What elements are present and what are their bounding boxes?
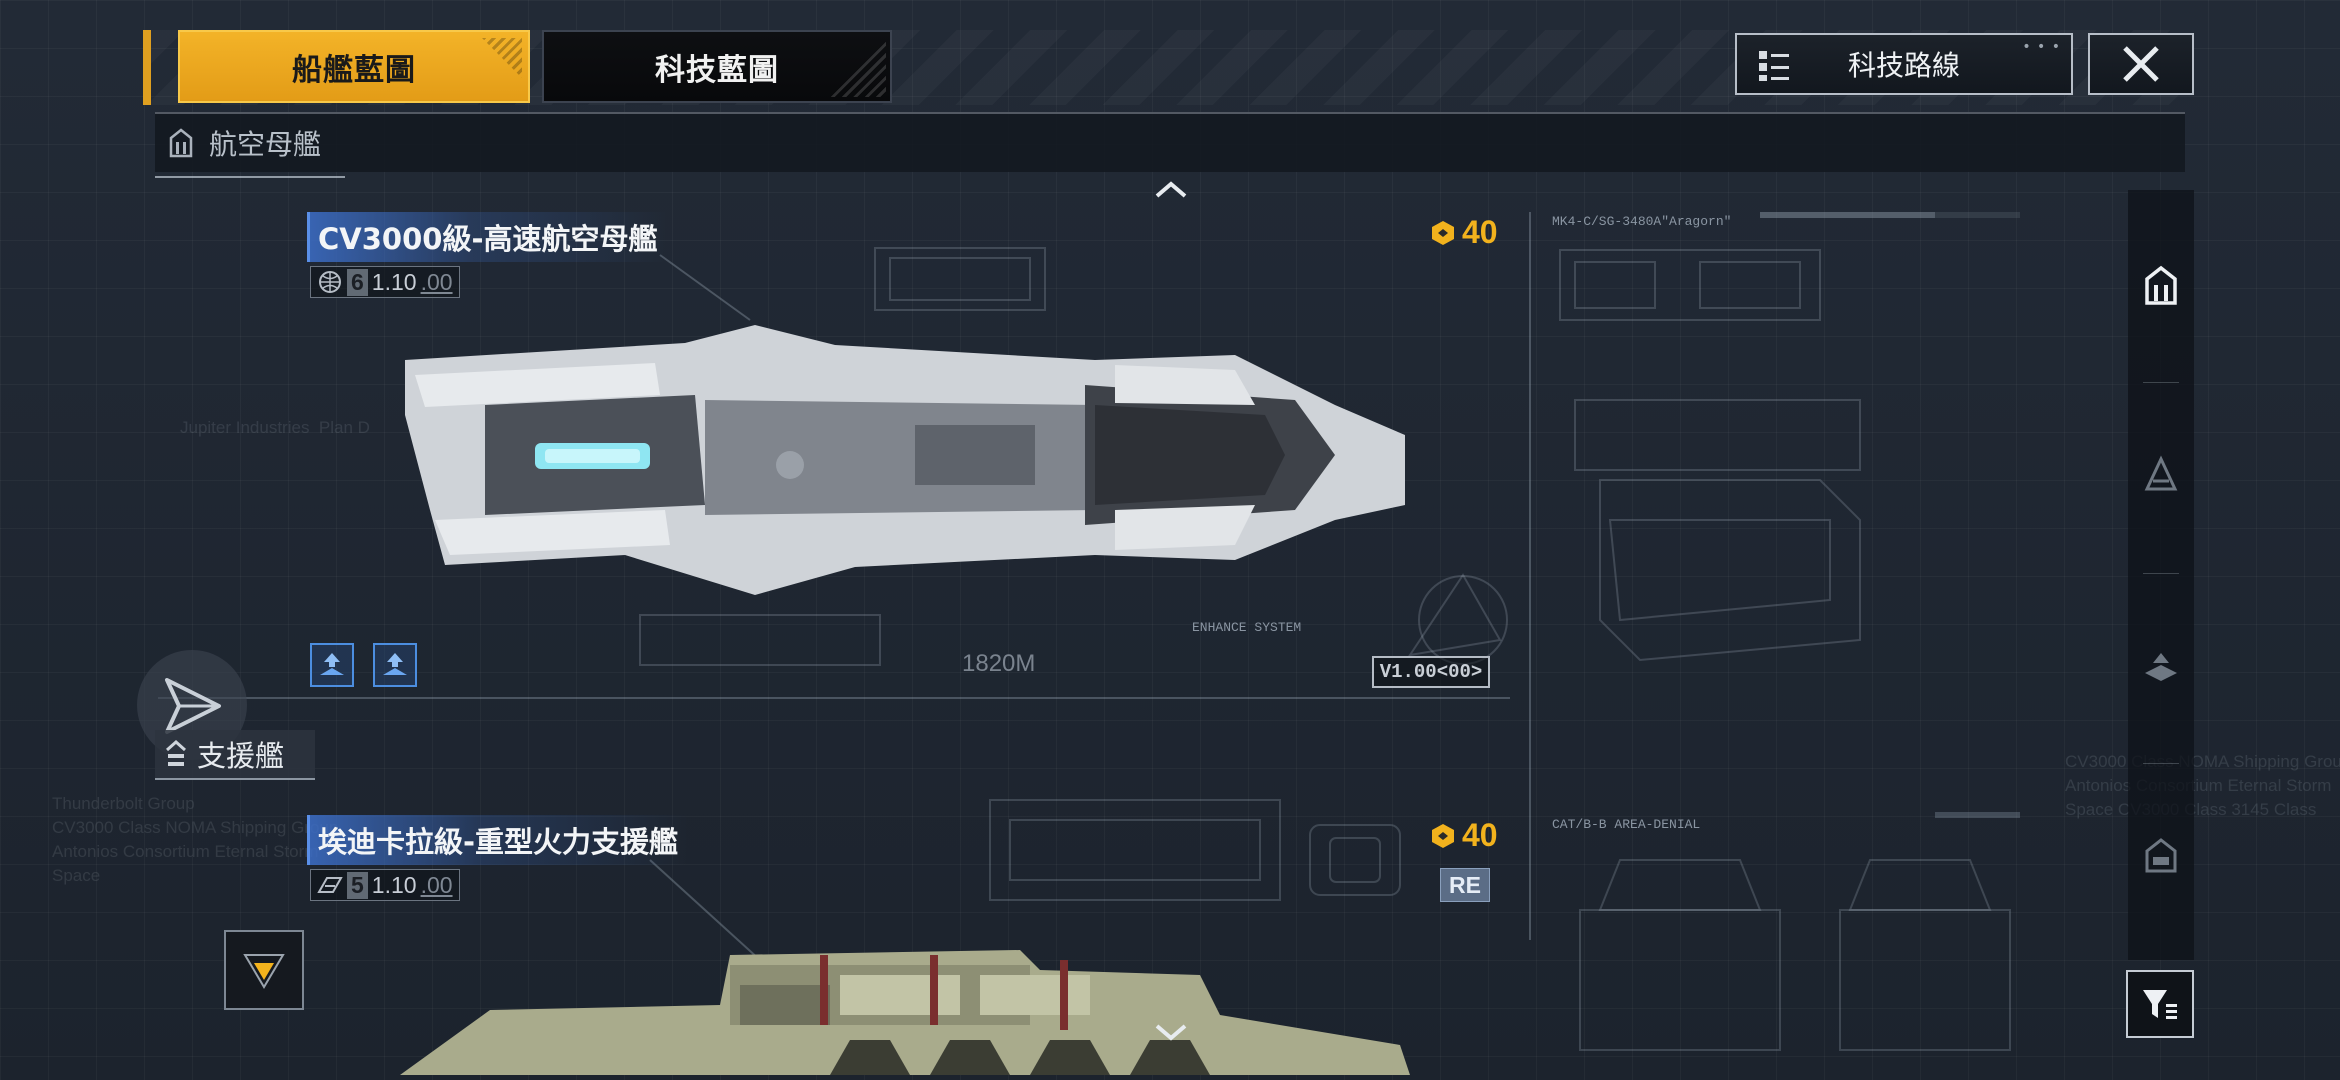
category-title: 航空母艦	[209, 128, 322, 161]
blueprint-code: MK4-C/SG-3480A"Aragorn"	[1552, 214, 1732, 229]
rail-divider	[2143, 382, 2179, 383]
ship-title: CV3000級-高速航空母艦	[307, 212, 668, 262]
blueprint-version-tag: V1.00<00>	[1372, 656, 1490, 688]
carrier-icon[interactable]	[2141, 265, 2181, 305]
skill-slot-1[interactable]	[310, 643, 354, 687]
scroll-down-icon[interactable]	[1153, 1022, 1189, 1044]
ship-tier: 5	[347, 871, 368, 899]
support-ship-image[interactable]	[400, 945, 1410, 1075]
frigate-icon[interactable]	[2141, 835, 2181, 875]
ship-version: 1.10	[371, 871, 417, 898]
filter-icon	[2143, 990, 2177, 1019]
system-label: ENHANCE SYSTEM	[1192, 620, 1302, 635]
carrier-ship-image[interactable]	[395, 305, 1415, 605]
ship-cost: 40	[1430, 817, 1498, 854]
upgrade-icon	[320, 653, 344, 675]
cruiser-icon[interactable]	[2141, 455, 2181, 495]
tech-route-button[interactable]: • • • 科技路線	[1735, 33, 2073, 95]
close-button[interactable]	[2088, 33, 2194, 95]
upgrade-icon	[383, 653, 407, 675]
support-label: 支援艦	[197, 739, 285, 773]
ship-cost: 40	[1430, 214, 1498, 251]
launch-arrow-icon	[165, 678, 221, 734]
close-icon	[2123, 46, 2159, 82]
ship-type-rail	[2128, 190, 2194, 960]
ship-cost-value: 40	[1462, 817, 1498, 853]
ship-version-badge: 6 1.10 .00	[310, 266, 460, 298]
support-ship-icon[interactable]	[2141, 645, 2181, 685]
tab-accent-edge	[143, 30, 151, 105]
faction-icon	[317, 877, 343, 893]
ship-version-sub: .00	[420, 268, 453, 295]
filter-button[interactable]	[2126, 970, 2194, 1038]
tab-ship-blueprint[interactable]: 船艦藍圖	[178, 30, 530, 103]
ship-cost-value: 40	[1462, 214, 1498, 250]
carrier-icon	[169, 128, 193, 158]
blueprint-code: CAT/B-B AREA-DENIAL	[1552, 817, 1701, 832]
rail-divider	[2143, 573, 2179, 574]
ship-version-sub: .00	[420, 871, 453, 898]
support-ship-icon	[166, 740, 186, 766]
list-tree-icon	[1759, 51, 1789, 81]
expand-button[interactable]	[224, 930, 304, 1010]
triangle-down-icon	[243, 954, 285, 989]
re-tag: RE	[1440, 868, 1490, 902]
ship-length: 1820M	[962, 650, 1036, 677]
rail-divider	[2143, 763, 2179, 764]
globe-icon	[319, 271, 341, 293]
support-category[interactable]: 支援艦	[155, 730, 315, 780]
ship-version-badge: 5 1.10 .00	[310, 869, 460, 901]
resource-icon	[1432, 823, 1454, 848]
category-header: 航空母艦	[155, 112, 2185, 178]
ship-version: 1.10	[371, 268, 417, 295]
tab-tech-blueprint[interactable]: 科技藍圖	[542, 30, 892, 103]
scroll-up-icon[interactable]	[1153, 178, 1189, 200]
decorative-dots: • • •	[2022, 39, 2061, 55]
ship-title: 埃迪卡拉級-重型火力支援艦	[307, 815, 689, 865]
resource-icon	[1432, 220, 1454, 245]
skill-slot-2[interactable]	[373, 643, 417, 687]
ship-tier: 6	[347, 268, 368, 296]
tech-route-label: 科技路線	[1847, 49, 1960, 82]
